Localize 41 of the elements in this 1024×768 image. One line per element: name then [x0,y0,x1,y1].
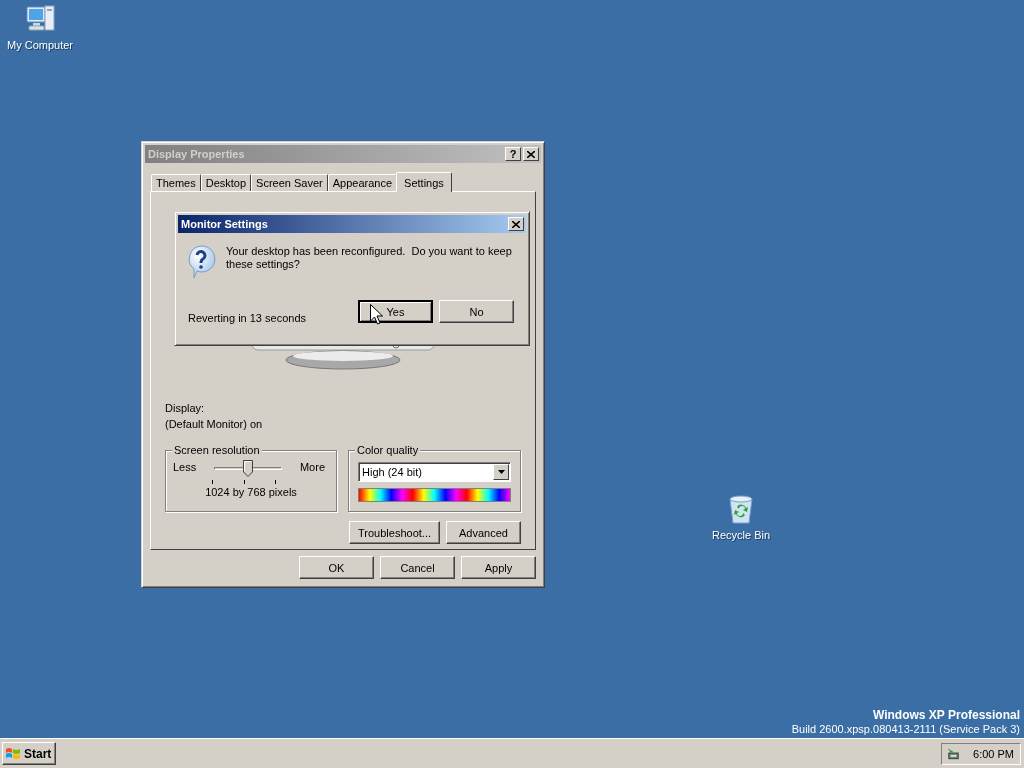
close-icon [512,220,520,228]
close-icon [527,150,535,158]
slider-track[interactable] [212,460,285,478]
dialog-title: Monitor Settings [181,218,269,230]
dropdown[interactable]: High (24 bit) [358,462,511,482]
tab[interactable]: Desktop [200,174,252,191]
question-icon [186,245,216,279]
clock[interactable]: 6:00 PM [973,747,1014,760]
slider-thumb[interactable] [243,460,254,477]
dropdown-arrow-icon [497,470,505,474]
resolution-reading: 1024 by 768 pixels [204,486,298,498]
tab[interactable]: Settings [396,172,452,192]
icon-label[interactable]: My Computer [7,39,73,51]
dialog-message: Your desktop has been reconfigured. Do you want to keep these settings? [226,245,513,272]
help-button[interactable]: ? [505,147,521,161]
close-button[interactable] [508,217,524,231]
start-button[interactable]: Start [2,742,57,765]
slider-label: More [299,461,325,473]
mouse-pointer-icon [370,304,383,325]
panel-button[interactable]: Troubleshoot... [349,521,440,544]
group-label: Screen resolution [172,444,262,456]
close-button[interactable] [523,147,539,161]
os-edition: Windows XP Professional [872,708,1020,722]
slider-label: Less [173,461,197,473]
countdown-text: Reverting in 13 seconds [188,311,307,324]
tab[interactable]: Themes [151,174,201,191]
dialog-button[interactable]: Cancel [380,556,455,579]
panel-button[interactable]: Advanced [446,521,521,544]
tab[interactable]: Appearance [327,174,398,191]
dialog-button[interactable]: OK [299,556,374,579]
windows-flag-icon [5,746,21,761]
build-text: Build 2600.xpsp.080413-2111 (Service Pack 3) [791,722,1020,736]
dialog-button[interactable]: Apply [461,556,536,579]
dialog-button[interactable]: Yes [358,300,433,323]
display-value: (Default Monitor) on [165,417,264,432]
tab[interactable]: Screen Saver [251,174,328,191]
group-label: Color quality [355,444,421,456]
dialog-button[interactable]: No [439,300,514,323]
icon-label[interactable]: Recycle Bin [711,529,771,541]
window-title: Display Properties [148,148,246,160]
display-label: Display: [165,401,206,416]
